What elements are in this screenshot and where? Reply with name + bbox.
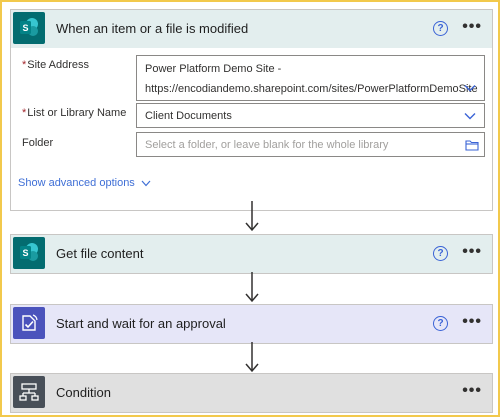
condition-icon [13,376,45,408]
more-options-icon[interactable]: ••• [462,18,482,36]
get-file-content-header[interactable]: S Get file content ? ••• [11,235,492,273]
trigger-card-header[interactable]: S When an item or a file is modified ? •… [11,10,492,48]
list-name-value: Client Documents [145,110,232,122]
show-advanced-options-link[interactable]: Show advanced options [18,177,151,189]
folder-placeholder: Select a folder, or leave blank for the … [145,139,389,151]
get-file-content-title: Get file content [56,246,144,261]
show-advanced-options-label: Show advanced options [18,177,135,189]
help-icon[interactable]: ? [433,21,448,36]
svg-text:S: S [22,23,28,33]
condition-header[interactable]: Condition ••• [11,374,492,412]
chevron-down-icon [141,180,151,186]
trigger-title: When an item or a file is modified [56,21,249,36]
site-address-value-name: Power Platform Demo Site - [145,63,282,75]
approval-header[interactable]: Start and wait for an approval ? ••• [11,305,492,343]
sharepoint-icon: S [13,237,45,269]
more-options-icon[interactable]: ••• [462,313,482,331]
condition-card[interactable]: Condition ••• [10,373,493,413]
flow-arrow [245,272,259,303]
more-options-icon[interactable]: ••• [462,243,482,261]
more-options-icon[interactable]: ••• [462,382,482,400]
chevron-down-icon[interactable] [464,84,476,92]
list-name-label: *List or Library Name [22,107,127,119]
site-address-value-url: https://encodiandemo.sharepoint.com/site… [145,83,478,95]
get-file-content-card[interactable]: S Get file content ? ••• [10,234,493,274]
list-name-dropdown[interactable]: Client Documents [136,103,485,128]
help-icon[interactable]: ? [433,246,448,261]
site-address-dropdown[interactable]: Power Platform Demo Site - https://encod… [136,55,485,101]
condition-title: Condition [56,385,111,400]
approval-title: Start and wait for an approval [56,316,226,331]
site-address-label: *Site Address [22,59,90,71]
trigger-form: *Site Address Power Platform Demo Site -… [11,48,492,210]
approval-card[interactable]: Start and wait for an approval ? ••• [10,304,493,344]
svg-text:S: S [22,248,28,258]
sharepoint-icon: S [13,12,45,44]
trigger-card: S When an item or a file is modified ? •… [10,9,493,211]
help-icon[interactable]: ? [433,316,448,331]
flow-arrow [245,201,259,232]
folder-icon[interactable] [465,139,479,151]
chevron-down-icon[interactable] [464,112,476,120]
folder-label: Folder [22,137,54,149]
flow-canvas: S When an item or a file is modified ? •… [0,0,500,417]
folder-input[interactable]: Select a folder, or leave blank for the … [136,132,485,157]
approval-icon [13,307,45,339]
flow-arrow [245,342,259,373]
